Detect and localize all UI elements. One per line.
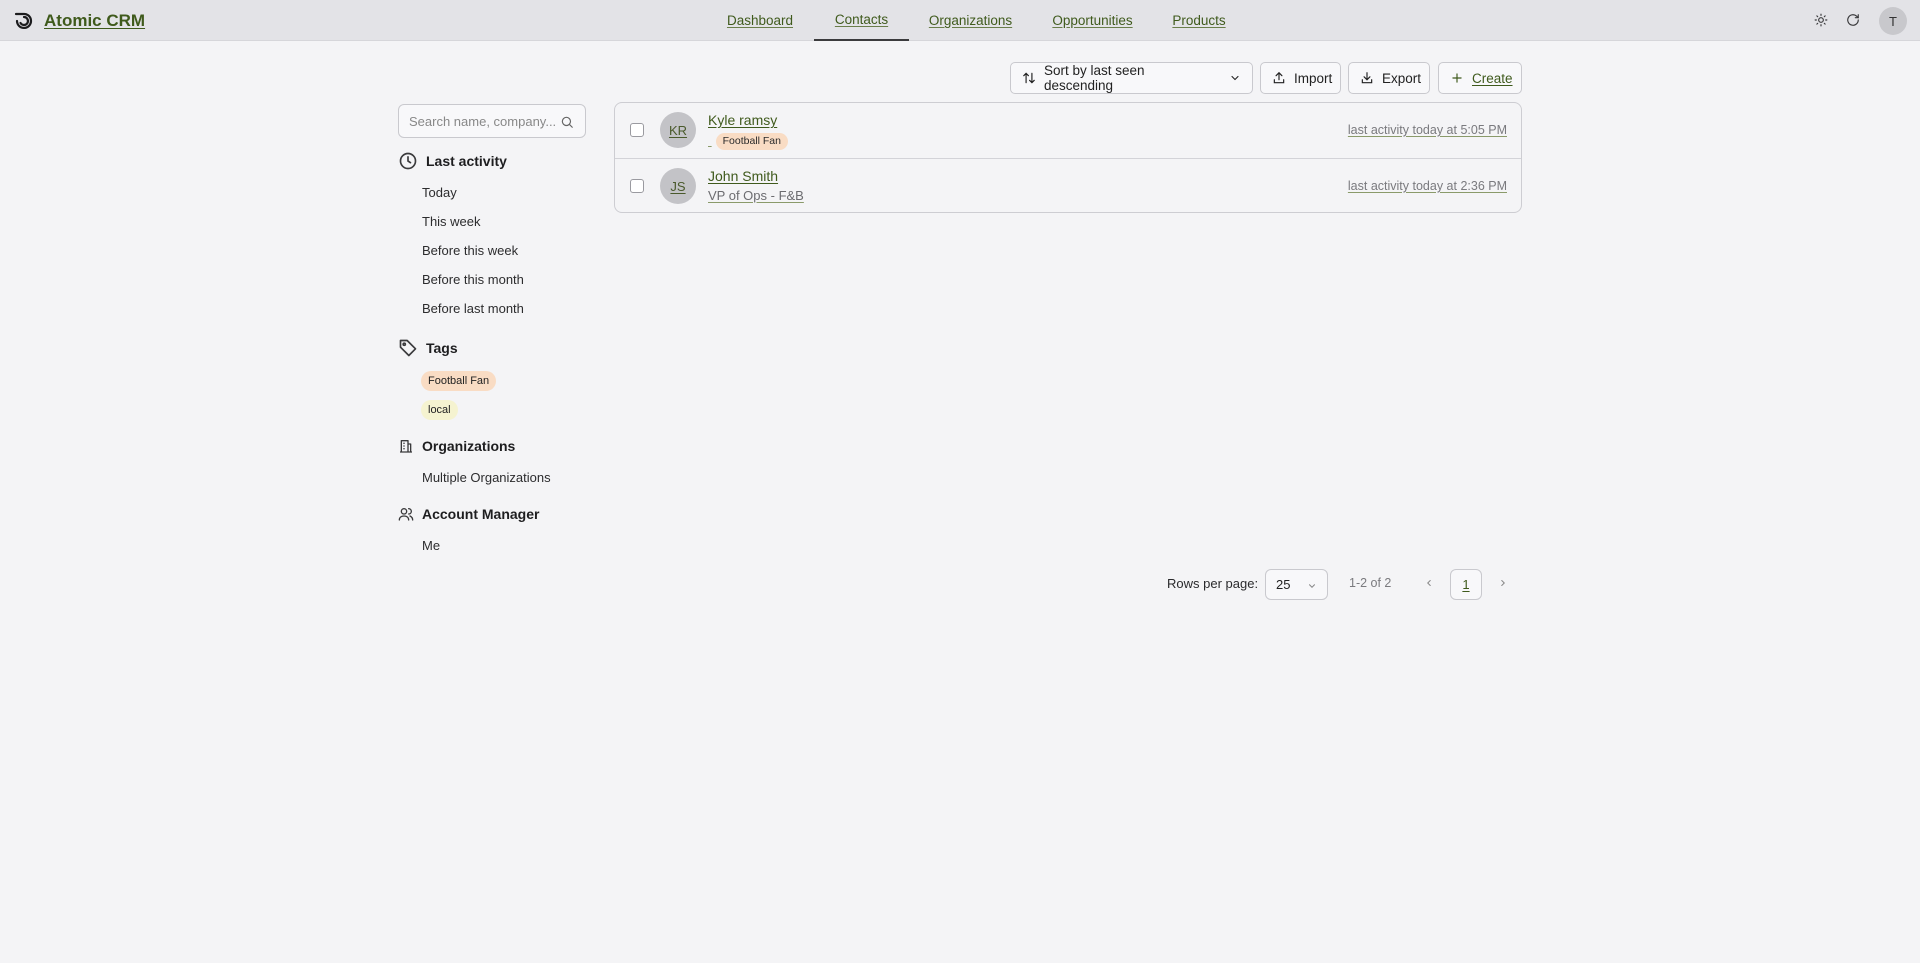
filter-multiple-organizations[interactable]: Multiple Organizations bbox=[422, 470, 551, 485]
create-label: Create bbox=[1472, 70, 1513, 86]
atomic-logo-icon bbox=[14, 12, 33, 29]
filter-this-week[interactable]: This week bbox=[422, 214, 481, 229]
upload-icon bbox=[1273, 71, 1285, 84]
filter-title: Account Manager bbox=[422, 506, 540, 522]
contact-title bbox=[708, 132, 712, 147]
filter-title: Last activity bbox=[426, 153, 507, 169]
prev-page-icon[interactable] bbox=[1422, 576, 1436, 590]
export-button[interactable]: Export bbox=[1348, 62, 1430, 94]
last-activity[interactable]: last activity today at 5:05 PM bbox=[1348, 123, 1507, 137]
brand-link[interactable]: Atomic CRM bbox=[12, 8, 145, 33]
refresh-icon[interactable] bbox=[1843, 10, 1863, 30]
filter-me[interactable]: Me bbox=[422, 538, 440, 553]
filter-before-last-month[interactable]: Before last month bbox=[422, 301, 524, 316]
download-icon bbox=[1361, 72, 1373, 84]
filter-tag-football-fan[interactable]: Football Fan bbox=[421, 371, 497, 391]
import-button[interactable]: Import bbox=[1260, 62, 1341, 94]
chevron-down-icon bbox=[1231, 75, 1239, 81]
last-activity[interactable]: last activity today at 2:36 PM bbox=[1348, 179, 1507, 193]
search-input[interactable] bbox=[409, 113, 559, 129]
row-checkbox[interactable] bbox=[630, 123, 644, 137]
create-button[interactable]: Create bbox=[1438, 62, 1522, 94]
filter-organizations-heading: Organizations bbox=[398, 438, 515, 454]
rows-per-page-select[interactable]: 25 bbox=[1265, 569, 1328, 600]
filter-title: Organizations bbox=[422, 438, 516, 454]
rows-per-page-label: Rows per page: bbox=[1167, 576, 1259, 591]
contact-name[interactable]: Kyle ramsy bbox=[708, 112, 777, 128]
contact-title: VP of Ops - F&B bbox=[708, 188, 804, 203]
nav-products[interactable]: Products bbox=[1160, 0, 1238, 41]
sun-icon[interactable] bbox=[1811, 10, 1831, 30]
search-box bbox=[398, 104, 586, 138]
app-name: Atomic CRM bbox=[44, 10, 146, 30]
contact-subtitle: VP of Ops - F&B bbox=[708, 188, 804, 203]
nav-opportunities[interactable]: Opportunities bbox=[1043, 0, 1142, 41]
filter-title: Tags bbox=[426, 340, 458, 356]
nav-contacts[interactable]: Contacts bbox=[814, 0, 909, 41]
plus-icon bbox=[1452, 73, 1462, 83]
filter-today[interactable]: Today bbox=[422, 185, 457, 200]
export-label: Export bbox=[1382, 70, 1422, 86]
building-icon bbox=[400, 440, 412, 453]
contact-avatar[interactable]: KR bbox=[660, 112, 696, 148]
filter-before-this-week[interactable]: Before this week bbox=[422, 243, 518, 258]
sort-arrows-icon bbox=[1023, 72, 1035, 84]
contact-name[interactable]: John Smith bbox=[708, 168, 778, 184]
search-icon bbox=[561, 116, 573, 128]
contact-list: KR Kyle ramsy Football Fan last activity… bbox=[614, 102, 1522, 213]
filter-last-activity-heading: Last activity bbox=[398, 151, 507, 171]
filter-account-manager-heading: Account Manager bbox=[398, 506, 539, 522]
tag-icon bbox=[399, 339, 417, 357]
nav-organizations[interactable]: Organizations bbox=[914, 0, 1027, 41]
import-label: Import bbox=[1294, 70, 1333, 86]
next-page-icon[interactable] bbox=[1496, 576, 1510, 590]
nav-dashboard[interactable]: Dashboard bbox=[712, 0, 808, 41]
filter-tags-heading: Tags bbox=[398, 338, 458, 358]
page-button-current[interactable]: 1 bbox=[1450, 569, 1482, 600]
rows-per-page-value: 25 bbox=[1276, 577, 1291, 592]
chevron-down-icon bbox=[1308, 584, 1316, 588]
contact-row[interactable]: JS John Smith VP of Ops - F&B last activ… bbox=[615, 158, 1521, 213]
sort-label: Sort by last seen descending bbox=[1044, 63, 1145, 93]
user-avatar[interactable]: T bbox=[1879, 7, 1907, 35]
sort-button[interactable]: Sort by last seen descending bbox=[1010, 62, 1253, 94]
users-icon bbox=[398, 508, 414, 521]
contact-row[interactable]: KR Kyle ramsy Football Fan last activity… bbox=[615, 103, 1521, 158]
contact-tag: Football Fan bbox=[715, 133, 788, 150]
contact-avatar[interactable]: JS bbox=[660, 168, 696, 204]
contact-subtitle: Football Fan bbox=[708, 132, 788, 150]
clock-icon bbox=[399, 152, 417, 170]
row-checkbox[interactable] bbox=[630, 179, 644, 193]
pagination-range: 1-2 of 2 bbox=[1349, 576, 1392, 590]
top-bar: Atomic CRM Dashboard Contacts Organizati… bbox=[0, 0, 1920, 41]
filter-before-this-month[interactable]: Before this month bbox=[422, 272, 524, 287]
filter-tag-local[interactable]: local bbox=[421, 400, 458, 420]
